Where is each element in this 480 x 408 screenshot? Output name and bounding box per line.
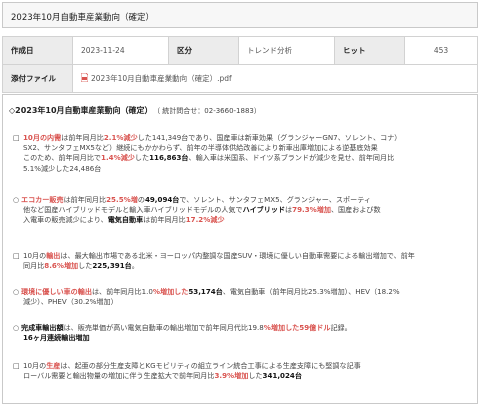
category-label: 区分 [168,36,239,65]
meta-table: 作成日 2023-11-24 区分 トレンド分析 ヒット 453 添付ファイル … [2,36,478,93]
dot-bullet-icon: ○ [13,195,20,204]
report-content: ◇2023年10月自動車産業動向（確定）（ 統計問合せ：02-3660-1883… [2,94,478,404]
category-value: トレンド分析 [238,36,335,65]
paragraph-export-value: ○ 完成車輸出額は、販売単価が高い電気自動車の輸出増加で前年同月代比19.8%増加… [13,323,352,343]
pdf-file-icon [80,72,89,83]
dot-bullet-icon: ○ [13,287,20,296]
meta-row: 作成日 2023-11-24 区分 トレンド分析 ヒット 453 [2,36,478,65]
hits-value: 453 [404,36,478,65]
attachment-link[interactable]: 2023年10月自動車産業動向（確定）.pdf [91,74,232,83]
report-heading-title: ◇2023年10月自動車産業動向（確定） [9,106,153,115]
square-bullet-icon: □ [13,361,20,370]
paragraph-production: □ 10月の生産は、起亜の部分生産支障とKGモビリティの組立ライン統合工事による生… [13,361,361,381]
contact-info: （ 統計問合せ：02-3660-1883） [156,107,261,115]
paragraph-domestic-sales: □ 10月の内需は前年同月比2.1%減少した141,349台であり、国産車は新車効… [13,133,402,173]
hits-label: ヒット [334,36,405,65]
square-bullet-icon: □ [13,251,20,260]
report-heading: ◇2023年10月自動車産業動向（確定）（ 統計問合せ：02-3660-1883… [9,105,261,116]
paragraph-eco-cars: ○ エコカー販売は前年同月比25.5%増の49,094台で、ソレント、サンタフェM… [13,195,381,225]
dot-bullet-icon: ○ [13,323,20,332]
date-label: 作成日 [2,36,73,65]
paragraph-exports: □ 10月の輸出は、最大輸出市場である北米・ヨーロッパ内整調な国産SUV・環境に優… [13,251,415,271]
page-title: 2023年10月自動車産業動向（確定） [2,2,478,28]
attachment-label: 添付ファイル [2,64,73,93]
square-bullet-icon: □ [13,133,20,142]
paragraph-eco-exports: ○ 環境に優しい車の輸出は、前年同月比1.0%増加した53,174台、電気自動車（… [13,287,400,307]
date-value: 2023-11-24 [72,36,169,65]
meta-row: 添付ファイル 2023年10月自動車産業動向（確定）.pdf [2,64,478,93]
attachment-cell: 2023年10月自動車産業動向（確定）.pdf [72,64,478,93]
